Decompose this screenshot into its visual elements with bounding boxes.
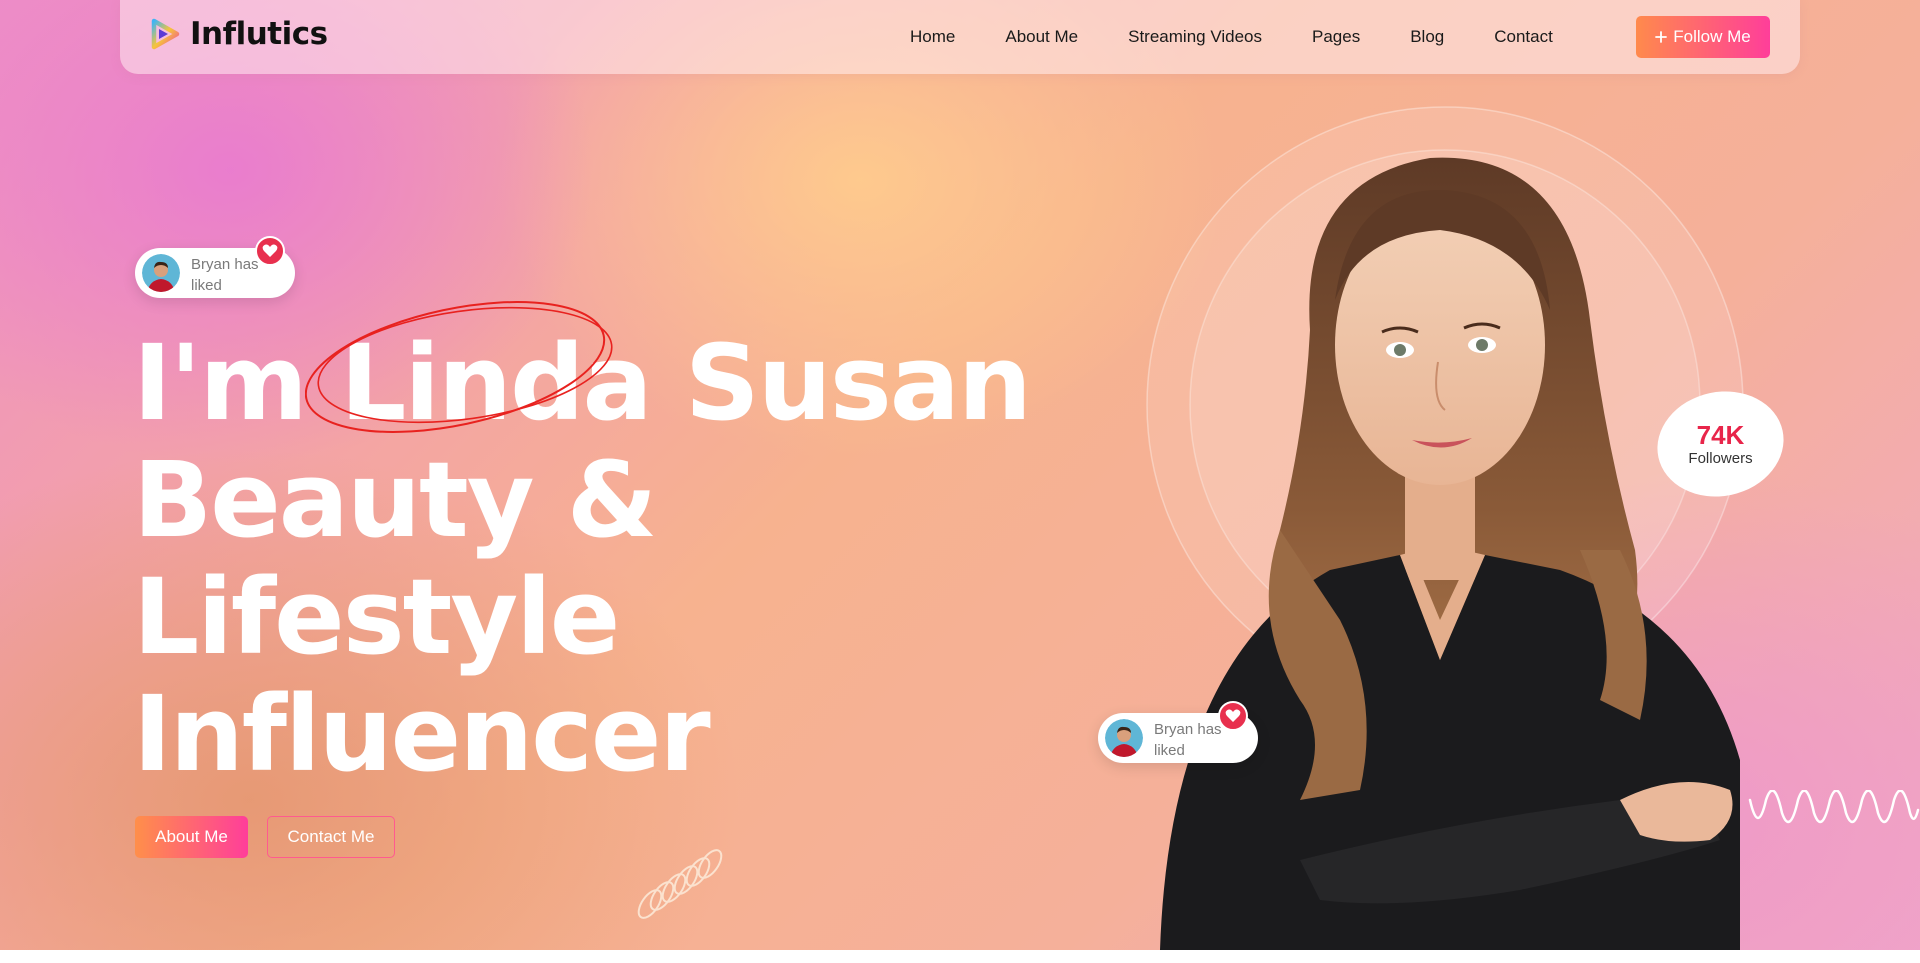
plus-icon (1655, 31, 1668, 43)
avatar (142, 254, 180, 292)
top-navigation-bar: Influtics Home About Me Streaming Videos… (120, 0, 1800, 74)
headline-line-1: I'm Linda Susan (133, 322, 1032, 444)
play-logo-icon (151, 18, 180, 50)
contact-me-button[interactable]: Contact Me (267, 816, 395, 858)
nav-menu: Home About Me Streaming Videos Pages Blo… (910, 0, 1603, 74)
brand-logo[interactable]: Influtics (148, 16, 328, 52)
zigzag-wave-decoration (1748, 790, 1920, 824)
nav-link-home[interactable]: Home (910, 27, 955, 47)
nav-link-streaming-videos[interactable]: Streaming Videos (1128, 27, 1262, 47)
headline-line-2: Beauty & (133, 439, 657, 561)
heart-icon (255, 236, 285, 266)
nav-link-blog[interactable]: Blog (1410, 27, 1444, 47)
heart-icon (1218, 701, 1248, 731)
followers-badge: 74K Followers (1657, 392, 1784, 496)
headline-line-4: Influencer (133, 673, 711, 795)
like-notification-card: Bryan has liked (1098, 701, 1258, 763)
brand-name: Influtics (190, 16, 328, 52)
followers-label: Followers (1688, 449, 1753, 467)
influencer-portrait-image (1146, 106, 1744, 950)
avatar (1105, 719, 1143, 757)
nav-link-contact[interactable]: Contact (1494, 27, 1553, 47)
follow-me-button[interactable]: Follow Me (1636, 16, 1770, 58)
like-notification-card: Bryan has liked (135, 236, 295, 298)
nav-link-about-me[interactable]: About Me (1005, 27, 1078, 47)
headline-line-3: Lifestyle (133, 556, 620, 678)
hero-section: Influtics Home About Me Streaming Videos… (0, 0, 1920, 950)
followers-count: 74K (1696, 419, 1745, 450)
follow-me-label: Follow Me (1673, 27, 1751, 46)
hero-headline: I'm Linda Susan Beauty & Lifestyle Influ… (133, 322, 1032, 795)
nav-link-pages[interactable]: Pages (1312, 27, 1360, 47)
spring-decoration (637, 849, 723, 919)
like-text: Bryan has liked (191, 256, 259, 294)
like-text: Bryan has liked (1154, 721, 1222, 759)
about-me-button[interactable]: About Me (135, 816, 248, 858)
